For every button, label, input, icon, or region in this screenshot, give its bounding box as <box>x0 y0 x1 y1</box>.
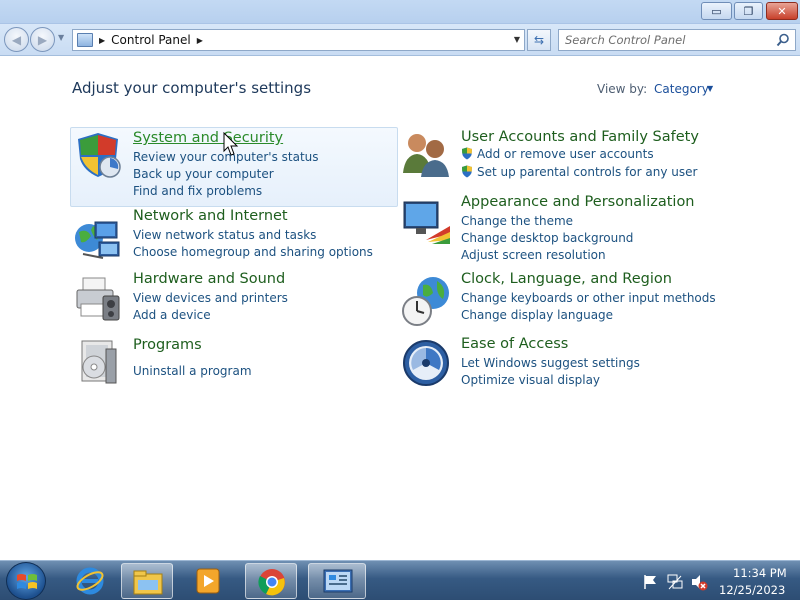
breadcrumb-separator-icon[interactable]: ▶ <box>99 36 105 45</box>
title-bar: ▭ ❐ ✕ <box>0 0 800 24</box>
uac-shield-icon <box>462 165 472 178</box>
category-link[interactable]: View network status and tasks <box>133 228 316 242</box>
category-link[interactable]: Optimize visual display <box>461 373 600 387</box>
back-button[interactable]: ◀ <box>4 27 29 52</box>
view-by-label: View by: <box>597 82 648 96</box>
back-arrow-icon: ◀ <box>11 32 22 47</box>
category-link[interactable]: Change desktop background <box>461 231 633 245</box>
ease-of-access-icon <box>403 340 449 386</box>
chrome-icon <box>258 569 285 596</box>
programs-icon <box>81 340 117 384</box>
category-link[interactable]: Add a device <box>133 308 211 322</box>
taskbar-file-explorer[interactable] <box>121 563 173 599</box>
control-panel-icon <box>323 569 353 593</box>
clock-globe-icon <box>402 277 449 326</box>
search-input[interactable] <box>559 33 769 47</box>
taskbar-internet-explorer[interactable] <box>64 563 116 599</box>
maximize-icon: ❐ <box>743 4 754 18</box>
breadcrumb-control-panel[interactable]: Control Panel <box>111 33 191 47</box>
page-title: Adjust your computer's settings <box>72 79 312 97</box>
category-link[interactable]: Find and fix problems <box>133 184 262 198</box>
forward-arrow-icon: ▶ <box>37 32 48 47</box>
address-bar[interactable]: ▶ Control Panel ▶ ▼ <box>72 29 525 51</box>
control-panel-small-icon <box>77 33 93 47</box>
users-icon <box>403 134 449 177</box>
category-user-accounts-and-family-safety[interactable]: User Accounts and Family Safety Add or r… <box>400 127 730 187</box>
category-link-text[interactable]: Add or remove user accounts <box>477 147 654 161</box>
category-system-and-security[interactable]: System and Security Review your computer… <box>70 127 398 207</box>
category-link[interactable]: Adjust screen resolution <box>461 248 606 262</box>
search-icon[interactable] <box>776 33 790 47</box>
category-hardware-and-sound[interactable]: Hardware and Sound View devices and prin… <box>70 271 400 332</box>
category-link-text[interactable]: Set up parental controls for any user <box>477 165 697 179</box>
recent-pages-dropdown[interactable]: ▼ <box>58 33 64 42</box>
category-title[interactable]: System and Security <box>133 130 283 146</box>
printer-icon <box>76 277 120 321</box>
category-link[interactable]: View devices and printers <box>133 291 288 305</box>
category-title[interactable]: Ease of Access <box>461 336 568 352</box>
category-link[interactable]: Change the theme <box>461 214 573 228</box>
refresh-icon: ⇆ <box>533 33 545 47</box>
category-title[interactable]: Network and Internet <box>133 208 288 224</box>
clock-time[interactable]: 11:34 PM <box>733 566 787 580</box>
windows-logo-icon <box>17 574 37 589</box>
category-ease-of-access[interactable]: Ease of Access Let Windows suggest setti… <box>400 336 730 397</box>
category-link[interactable]: Back up your computer <box>133 167 274 181</box>
category-link[interactable]: Change display language <box>461 308 613 322</box>
category-title[interactable]: User Accounts and Family Safety <box>461 129 699 145</box>
category-network-and-internet[interactable]: Network and Internet View network status… <box>70 207 400 267</box>
minimize-icon: ▭ <box>711 4 722 18</box>
category-link[interactable]: Uninstall a program <box>133 364 252 378</box>
shield-icon <box>78 133 121 178</box>
file-explorer-icon <box>133 570 163 595</box>
category-appearance-and-personalization[interactable]: Appearance and Personalization Change th… <box>400 192 730 262</box>
internet-explorer-icon <box>76 567 104 595</box>
search-box[interactable] <box>558 29 796 51</box>
chevron-down-icon[interactable]: ▼ <box>707 84 713 93</box>
refresh-button[interactable]: ⇆ <box>527 29 551 51</box>
category-link[interactable]: Choose homegroup and sharing options <box>133 245 373 259</box>
close-button[interactable]: ✕ <box>766 2 798 20</box>
uac-shield-icon <box>462 147 472 160</box>
close-icon: ✕ <box>777 4 787 18</box>
category-programs[interactable]: Programs Uninstall a program <box>70 337 400 399</box>
taskbar-media-player[interactable] <box>182 563 234 599</box>
address-dropdown-icon[interactable]: ▼ <box>514 35 520 44</box>
clock-date[interactable]: 12/25/2023 <box>719 583 785 597</box>
volume-muted-icon[interactable] <box>690 573 708 591</box>
category-link[interactable]: Set up parental controls for any user <box>461 165 697 179</box>
maximize-button[interactable]: ❐ <box>734 2 763 20</box>
view-by-dropdown[interactable]: Category <box>654 82 709 96</box>
display-paint-icon <box>403 201 450 244</box>
start-button[interactable] <box>6 562 46 600</box>
category-clock-language-and-region[interactable]: Clock, Language, and Region Change keybo… <box>400 271 730 332</box>
navigation-bar: ◀ ▶ ▼ ▶ Control Panel ▶ ▼ ⇆ <box>0 24 800 56</box>
category-title[interactable]: Hardware and Sound <box>133 271 285 287</box>
category-title[interactable]: Clock, Language, and Region <box>461 271 672 287</box>
control-panel-content: Adjust your computer's settings View by:… <box>0 57 800 560</box>
mouse-cursor-icon <box>223 132 239 156</box>
minimize-button[interactable]: ▭ <box>701 2 732 20</box>
category-link[interactable]: Let Windows suggest settings <box>461 356 640 370</box>
network-globe-icon <box>75 221 120 259</box>
media-player-icon <box>196 568 220 594</box>
category-link[interactable]: Add or remove user accounts <box>461 147 654 161</box>
taskbar-chrome[interactable] <box>245 563 297 599</box>
taskbar-control-panel[interactable] <box>308 563 366 599</box>
breadcrumb-chevron-icon[interactable]: ▶ <box>197 36 203 45</box>
category-link[interactable]: Change keyboards or other input methods <box>461 291 716 305</box>
taskbar <box>0 560 800 600</box>
network-icon[interactable] <box>666 573 684 591</box>
forward-button[interactable]: ▶ <box>30 27 55 52</box>
action-center-flag-icon[interactable] <box>642 574 658 590</box>
category-title[interactable]: Programs <box>133 337 202 353</box>
category-title[interactable]: Appearance and Personalization <box>461 194 695 210</box>
